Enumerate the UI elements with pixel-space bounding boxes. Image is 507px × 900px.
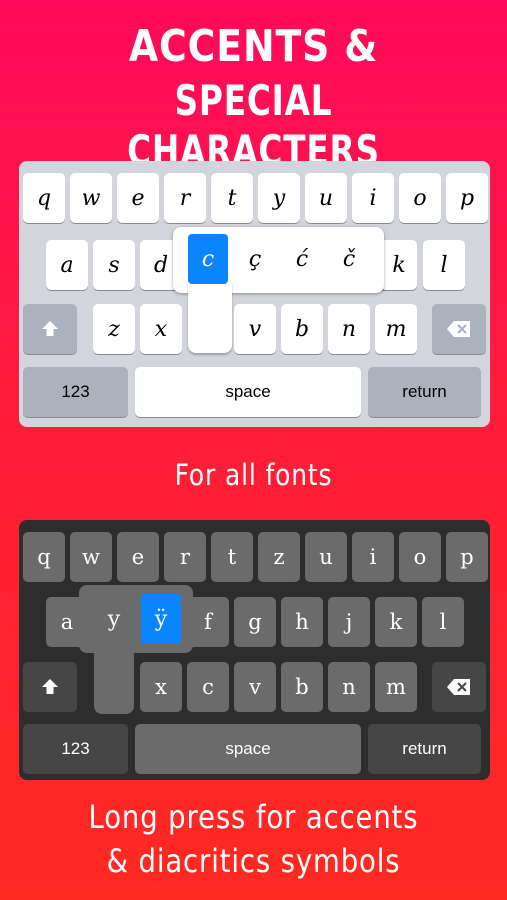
key-q[interactable]: q — [23, 532, 65, 582]
shift-key[interactable] — [23, 304, 77, 354]
key-w[interactable]: w — [70, 532, 112, 582]
key-l[interactable]: l — [423, 240, 465, 290]
shift-key[interactable] — [23, 662, 77, 712]
key-r[interactable]: r — [164, 532, 206, 582]
key-z[interactable]: z — [93, 304, 135, 354]
key-p[interactable]: p — [446, 532, 488, 582]
bottom-caption-line-1: Long press for accents — [88, 798, 419, 836]
key-o[interactable]: o — [399, 173, 441, 223]
key-b[interactable]: b — [281, 304, 323, 354]
key-x[interactable]: x — [140, 304, 182, 354]
accent-option-c-cedilla[interactable]: ç — [235, 234, 275, 284]
key-n[interactable]: n — [328, 662, 370, 712]
key-w[interactable]: w — [70, 173, 112, 223]
key-n[interactable]: n — [328, 304, 370, 354]
key-b[interactable]: b — [281, 662, 323, 712]
key-a[interactable]: a — [46, 240, 88, 290]
key-g[interactable]: g — [234, 597, 276, 647]
key-t[interactable]: t — [211, 173, 253, 223]
accent-option-y-diaeresis[interactable]: ÿ — [141, 594, 181, 644]
return-key[interactable]: return — [368, 724, 481, 774]
key-f[interactable]: f — [187, 597, 229, 647]
key-m[interactable]: m — [375, 662, 417, 712]
accent-popup-stem — [94, 640, 134, 714]
shift-icon — [42, 679, 58, 694]
key-e[interactable]: e — [117, 532, 159, 582]
key-v[interactable]: v — [234, 662, 276, 712]
key-q[interactable]: q — [23, 173, 65, 223]
key-v[interactable]: v — [234, 304, 276, 354]
key-u[interactable]: u — [305, 173, 347, 223]
accent-option-c-caron[interactable]: č — [329, 234, 369, 284]
dark-keyboard: q w e r t z u i o p a f g h j k l x c v … — [19, 520, 490, 780]
accent-option-y[interactable]: y — [94, 594, 134, 644]
key-k[interactable]: k — [375, 597, 417, 647]
key-z[interactable]: z — [258, 532, 300, 582]
key-c[interactable]: c — [187, 662, 229, 712]
accent-option-c[interactable]: c — [188, 234, 228, 284]
key-j[interactable]: j — [328, 597, 370, 647]
numbers-key[interactable]: 123 — [23, 724, 128, 774]
accent-popup-stem — [188, 281, 232, 353]
backspace-key[interactable] — [432, 662, 486, 712]
key-i[interactable]: i — [352, 173, 394, 223]
key-t[interactable]: t — [211, 532, 253, 582]
middle-caption: For all fonts — [174, 458, 333, 492]
key-l[interactable]: l — [422, 597, 464, 647]
accent-option-c-acute[interactable]: ć — [282, 234, 322, 284]
key-x[interactable]: x — [140, 662, 182, 712]
numbers-key[interactable]: 123 — [23, 367, 128, 417]
key-u[interactable]: u — [305, 532, 347, 582]
key-e[interactable]: e — [117, 173, 159, 223]
backspace-icon — [447, 679, 470, 695]
key-r[interactable]: r — [164, 173, 206, 223]
light-keyboard: q w e r t y u i o p a s d j k l z x v b … — [19, 161, 490, 427]
key-h[interactable]: h — [281, 597, 323, 647]
key-k[interactable]: k — [381, 240, 417, 290]
backspace-key[interactable] — [432, 304, 486, 354]
headline-line-1: ACCENTS & — [128, 21, 379, 72]
space-key[interactable]: space — [135, 367, 361, 417]
key-y[interactable]: y — [258, 173, 300, 223]
bottom-caption-line-2: & diacritics symbols — [106, 842, 401, 880]
key-s[interactable]: s — [93, 240, 135, 290]
backspace-icon — [447, 321, 470, 337]
space-key[interactable]: space — [135, 724, 361, 774]
return-key[interactable]: return — [368, 367, 481, 417]
key-m[interactable]: m — [375, 304, 417, 354]
key-o[interactable]: o — [399, 532, 441, 582]
key-i[interactable]: i — [352, 532, 394, 582]
key-p[interactable]: p — [446, 173, 488, 223]
shift-icon — [42, 321, 58, 336]
